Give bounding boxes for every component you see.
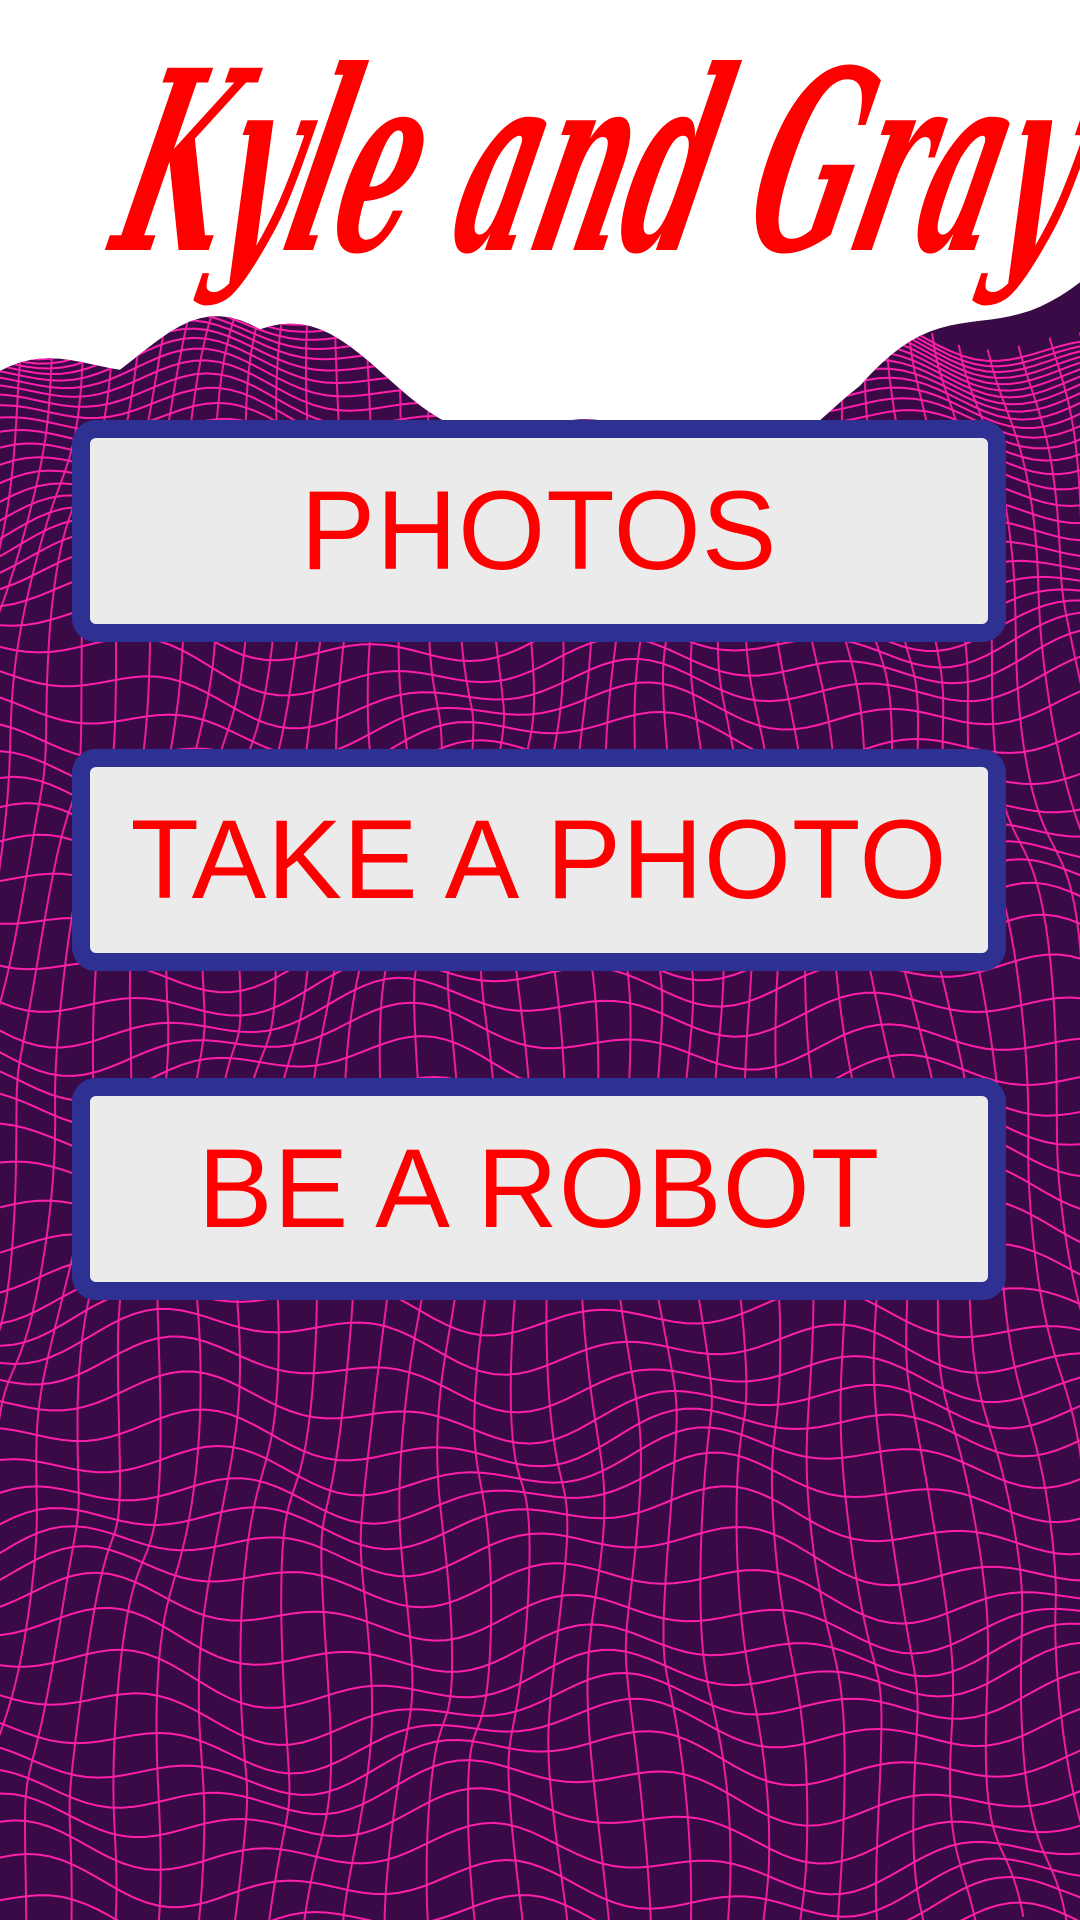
take-a-photo-button-label: TAKE A PHOTO xyxy=(130,797,948,922)
be-a-robot-button[interactable]: BE A ROBOT xyxy=(72,1078,1006,1300)
photos-button[interactable]: PHOTOS xyxy=(72,420,1006,642)
photos-button-label: PHOTOS xyxy=(300,468,778,593)
app-title-logo: Kyle and Gray xyxy=(90,16,1080,309)
be-a-robot-button-label: BE A ROBOT xyxy=(197,1126,881,1251)
app-screen: Kyle and Gray PHOTOS TAKE A PHOTO BE A R… xyxy=(0,0,1080,1920)
app-title: Kyle and Gray xyxy=(90,16,1080,309)
take-a-photo-button[interactable]: TAKE A PHOTO xyxy=(72,749,1006,971)
